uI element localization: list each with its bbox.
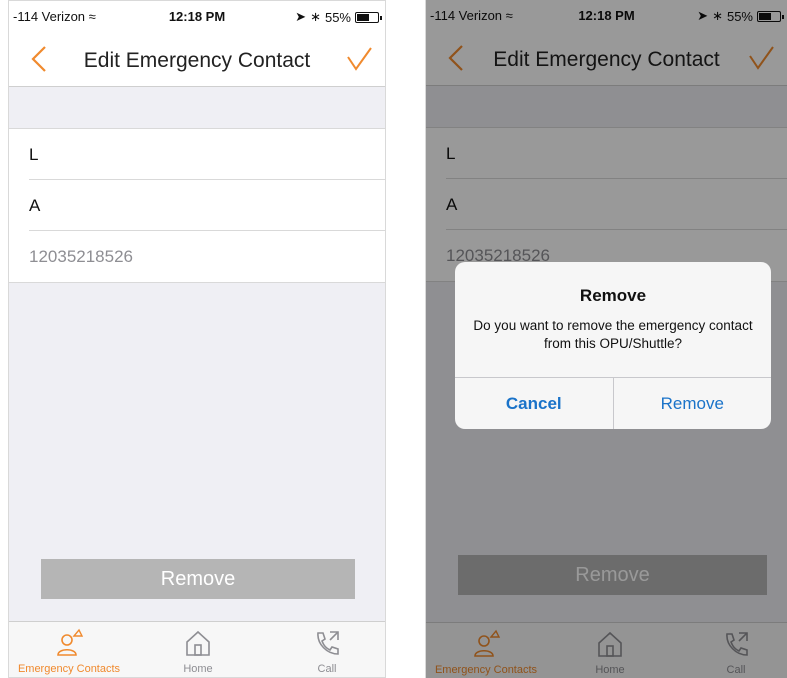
tab-home[interactable]: Home (138, 622, 258, 677)
tab-emergency-contacts[interactable]: Emergency Contacts (9, 622, 129, 677)
phone-number-field[interactable]: 12035218526 (29, 231, 385, 282)
confirm-remove-button[interactable]: Remove (614, 378, 772, 429)
location-icon: ➤ (295, 9, 307, 24)
page-title: Edit Emergency Contact (83, 49, 311, 72)
tab-call[interactable]: Call (267, 622, 385, 677)
emergency-contact-icon (57, 628, 84, 656)
checkmark-icon[interactable] (345, 45, 373, 73)
dialog-message: Do you want to remove the emergency cont… (473, 318, 753, 351)
tab-bar: Emergency Contacts Home Call (9, 621, 385, 677)
first-name-field[interactable]: L (29, 129, 385, 180)
battery-icon (355, 11, 382, 23)
dialog-actions: Cancel Remove (455, 377, 771, 429)
section-spacer (9, 87, 385, 129)
contact-form: L A 12035218526 (9, 129, 385, 283)
dialog-title: Remove (579, 286, 647, 305)
cancel-button[interactable]: Cancel (455, 378, 614, 429)
edit-contact-screen: -114 Verizon ≈ 12:18 PM ➤ ∗ 55% Edit Eme… (8, 0, 386, 678)
phone-call-icon (317, 631, 339, 655)
last-name-field[interactable]: A (29, 180, 385, 231)
home-icon (186, 630, 210, 656)
status-bar: -114 Verizon ≈ 12:18 PM ➤ ∗ 55% (9, 1, 385, 31)
battery-percent: 55% (324, 9, 351, 25)
tab-label: Call (317, 663, 337, 675)
navigation-bar: Edit Emergency Contact (9, 31, 385, 87)
remove-button[interactable]: Remove (41, 559, 355, 599)
remove-confirm-dialog: Remove Do you want to remove the emergen… (455, 262, 771, 429)
remove-confirm-screen: -114 Verizon ≈ 12:18 PM ➤ ∗ 55% Edit Eme… (425, 0, 787, 678)
bluetooth-icon: ∗ (310, 9, 321, 24)
